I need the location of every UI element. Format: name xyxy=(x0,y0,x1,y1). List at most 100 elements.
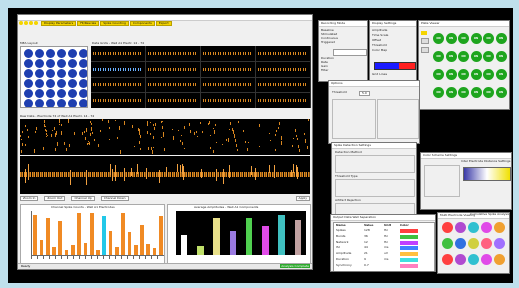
component-circle[interactable] xyxy=(442,222,453,233)
component-circle[interactable] xyxy=(468,238,479,249)
mea-electrode[interactable] xyxy=(46,49,55,58)
mea-electrode[interactable] xyxy=(79,49,87,58)
toolbar-dot-2[interactable] xyxy=(24,21,28,25)
component-circle[interactable] xyxy=(481,222,492,233)
data-grid-cell[interactable] xyxy=(146,92,201,108)
data-grid-cell[interactable] xyxy=(201,61,256,78)
plate-well[interactable]: ON xyxy=(483,87,494,98)
plate-well[interactable]: ON xyxy=(470,51,482,62)
ds-item-5[interactable]: Grid Lines xyxy=(372,73,387,76)
plate-well[interactable]: ON xyxy=(445,87,457,98)
data-grid-cell[interactable] xyxy=(256,77,311,93)
color-gradient-bar[interactable] xyxy=(463,167,511,181)
plate-ctrl-1[interactable] xyxy=(421,31,427,35)
data-grid-cell[interactable] xyxy=(91,61,146,78)
options-threshold-value[interactable]: 5.0 xyxy=(359,91,370,96)
mea-electrode[interactable] xyxy=(46,89,55,98)
mea-electrode[interactable] xyxy=(35,59,44,68)
mea-electrode[interactable] xyxy=(46,69,55,78)
data-grid-cell[interactable] xyxy=(91,46,146,62)
apply-button[interactable]: Apply xyxy=(295,196,310,201)
component-circle[interactable] xyxy=(468,254,479,265)
menu-fit-rescale[interactable]: Fit/Rescale xyxy=(77,21,100,26)
mea-electrode[interactable] xyxy=(46,59,55,68)
rec-field-box[interactable] xyxy=(333,49,367,56)
mea-electrode[interactable] xyxy=(79,69,87,78)
zoom-out-button[interactable]: Zoom Out xyxy=(44,196,66,201)
ds-item-4[interactable]: Color Map xyxy=(372,49,387,52)
ds-item-2[interactable]: Offset xyxy=(372,39,381,42)
component-circle[interactable] xyxy=(455,254,466,265)
channel-down-button[interactable]: Channel Down xyxy=(100,196,129,201)
component-circle[interactable] xyxy=(494,254,505,265)
data-grid-cell[interactable] xyxy=(201,77,256,93)
mea-electrode[interactable] xyxy=(68,49,77,58)
data-grid-cell[interactable] xyxy=(256,92,311,108)
plate-well[interactable]: ON xyxy=(445,69,457,80)
channel-up-button[interactable]: Channel Up xyxy=(71,196,95,201)
mea-electrode[interactable] xyxy=(35,69,44,78)
ds-item-1[interactable]: Time Scale xyxy=(372,34,388,37)
mea-electrode[interactable] xyxy=(57,69,66,78)
mea-electrode[interactable] xyxy=(24,59,33,68)
plate-well[interactable]: ON xyxy=(483,51,494,62)
plate-well[interactable]: ON xyxy=(470,87,482,98)
colormap-bar[interactable] xyxy=(374,62,416,70)
plate-well[interactable]: ON xyxy=(495,87,507,98)
component-circle[interactable] xyxy=(468,222,479,233)
mea-electrode[interactable] xyxy=(57,59,66,68)
mea-electrode[interactable] xyxy=(79,59,87,68)
mea-electrode[interactable] xyxy=(35,99,44,107)
mea-electrode[interactable] xyxy=(24,69,33,78)
mea-electrode[interactable] xyxy=(68,99,77,107)
mea-electrode[interactable] xyxy=(57,79,66,88)
plate-well[interactable]: ON xyxy=(458,33,469,44)
menu-components[interactable]: Components xyxy=(129,21,155,26)
plate-well[interactable]: ON xyxy=(433,87,444,98)
plate-well[interactable]: ON xyxy=(495,51,507,62)
data-grid-cell[interactable] xyxy=(146,77,201,93)
mea-electrode[interactable] xyxy=(24,89,33,98)
data-grid-cell[interactable] xyxy=(201,46,256,62)
table-color-swatch[interactable] xyxy=(400,234,418,239)
mea-electrode[interactable] xyxy=(35,89,44,98)
mea-electrode[interactable] xyxy=(79,99,87,107)
mea-electrode[interactable] xyxy=(35,79,44,88)
component-circle[interactable] xyxy=(442,254,453,265)
mea-electrode[interactable] xyxy=(24,79,33,88)
toolbar-dot-3[interactable] xyxy=(29,21,33,25)
data-grid-cell[interactable] xyxy=(91,77,146,93)
plate-well[interactable]: ON xyxy=(495,33,507,44)
rec-option-3[interactable]: Triggered xyxy=(321,41,335,44)
plate-ctrl-3[interactable] xyxy=(421,47,429,53)
plate-well[interactable]: ON xyxy=(458,69,469,80)
toolbar-dot-red[interactable] xyxy=(19,21,23,25)
plate-well[interactable]: ON xyxy=(470,33,482,44)
menu-export[interactable]: Export xyxy=(155,21,172,26)
plate-well[interactable]: ON xyxy=(445,33,457,44)
data-grid-cell[interactable] xyxy=(256,61,311,78)
mea-electrode[interactable] xyxy=(46,99,55,107)
plate-well[interactable]: ON xyxy=(458,51,469,62)
component-circle[interactable] xyxy=(494,222,505,233)
table-color-swatch[interactable] xyxy=(400,240,418,245)
component-circle[interactable] xyxy=(455,238,466,249)
ds-item-3[interactable]: Threshold xyxy=(372,44,387,47)
data-grid-cell[interactable] xyxy=(256,46,311,62)
component-circle[interactable] xyxy=(481,254,492,265)
ds-item-0[interactable]: Amplitude xyxy=(372,29,387,32)
mea-electrode[interactable] xyxy=(79,89,87,98)
plate-well[interactable]: ON xyxy=(483,33,494,44)
component-circle[interactable] xyxy=(494,238,505,249)
component-circle[interactable] xyxy=(442,238,453,249)
data-grid-cell[interactable] xyxy=(91,92,146,108)
mea-electrode[interactable] xyxy=(68,79,77,88)
plate-well[interactable]: ON xyxy=(433,33,444,44)
mea-electrode[interactable] xyxy=(24,99,33,107)
data-grid-cell[interactable] xyxy=(201,92,256,108)
mea-electrode[interactable] xyxy=(57,49,66,58)
component-circle[interactable] xyxy=(481,238,492,249)
mea-electrode[interactable] xyxy=(68,89,77,98)
mea-electrode[interactable] xyxy=(79,79,87,88)
plate-well[interactable]: ON xyxy=(433,51,444,62)
